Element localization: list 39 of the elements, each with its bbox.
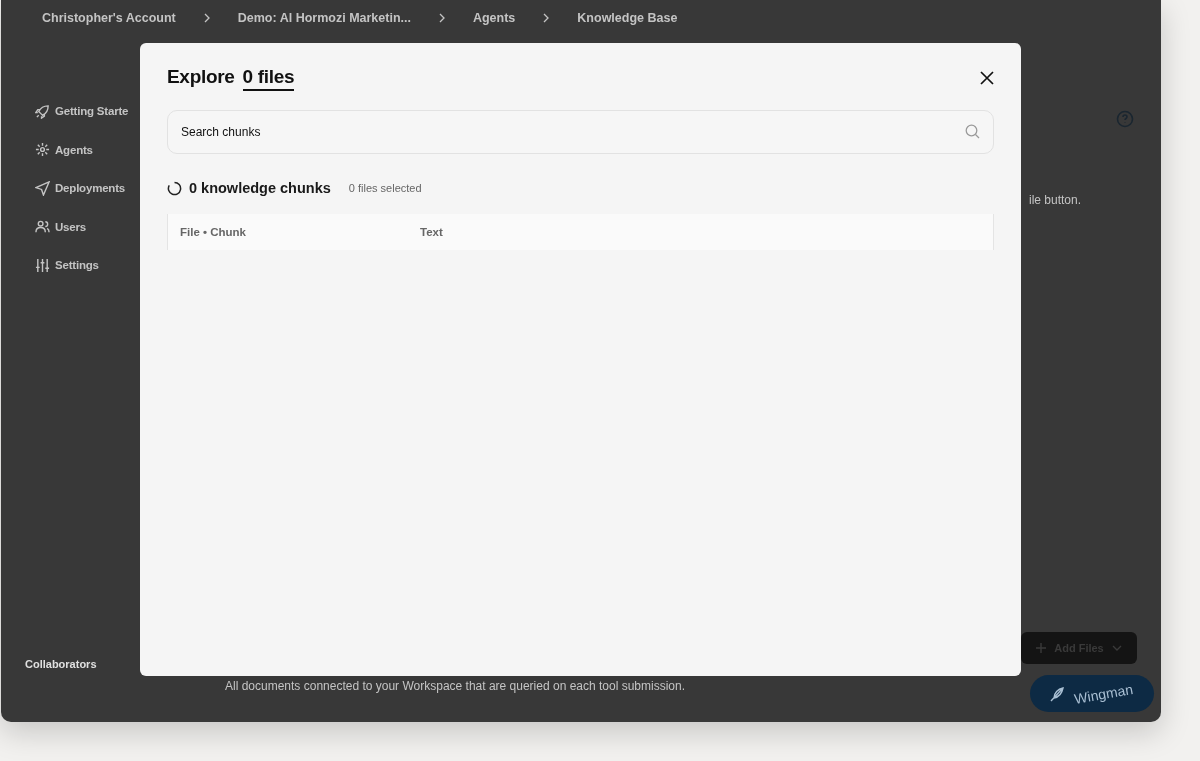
rocket-icon <box>35 103 50 119</box>
breadcrumb-link[interactable]: Agents <box>472 10 516 25</box>
chevron-icon <box>542 12 551 23</box>
wingman-button[interactable]: Wingman <box>1030 675 1154 712</box>
breadcrumb-link[interactable]: Demo: Al Hormozi Marketin... <box>237 10 411 25</box>
breadcrumb-link[interactable]: Knowledge Base <box>577 10 678 25</box>
send-icon <box>35 180 50 196</box>
feather-icon <box>1050 685 1065 702</box>
sidebar-item[interactable]: Deployments <box>35 169 125 208</box>
sidebar-item[interactable]: Getting Starte <box>35 92 129 131</box>
column-header: File • Chunk <box>180 226 247 238</box>
sidebar-label: Settings <box>55 259 99 272</box>
sidebar-item[interactable]: Users <box>35 207 86 246</box>
sliders-icon <box>35 257 50 273</box>
users-icon <box>35 219 50 235</box>
sidebar-label: Deployments <box>55 182 125 195</box>
sidebar-item[interactable]: Agents <box>35 130 93 169</box>
close-button[interactable] <box>980 71 994 85</box>
spinner-icon <box>167 180 182 196</box>
column-header: Text <box>420 226 444 238</box>
collaborators-label: Collaborators <box>25 658 97 670</box>
plus-icon <box>1036 643 1047 653</box>
sidebar-label: Users <box>55 220 86 233</box>
search-field[interactable]: Search chunks <box>167 110 994 154</box>
sparkle-icon <box>35 142 50 158</box>
dialog-title: Explore <box>167 65 235 89</box>
file-count: 0 files <box>242 65 295 91</box>
sidebar-label: Agents <box>55 143 93 156</box>
sidebar-label: Getting Starte <box>55 105 129 118</box>
selection-count: 0 files selected <box>348 182 422 194</box>
sidebar-item[interactable]: Settings <box>35 246 99 285</box>
search-icon <box>965 124 980 139</box>
chevron-icon <box>202 12 211 23</box>
chevron-down-icon <box>1111 645 1122 651</box>
hint-text: ile button. <box>1029 193 1082 207</box>
description-text: All documents connected to your Workspace that are queried on each tool submission. <box>225 679 686 693</box>
chunk-count: 0 knowledge chunks <box>189 180 331 196</box>
breadcrumb-link[interactable]: Christopher's Account <box>42 10 176 25</box>
chevron-icon <box>437 12 446 23</box>
